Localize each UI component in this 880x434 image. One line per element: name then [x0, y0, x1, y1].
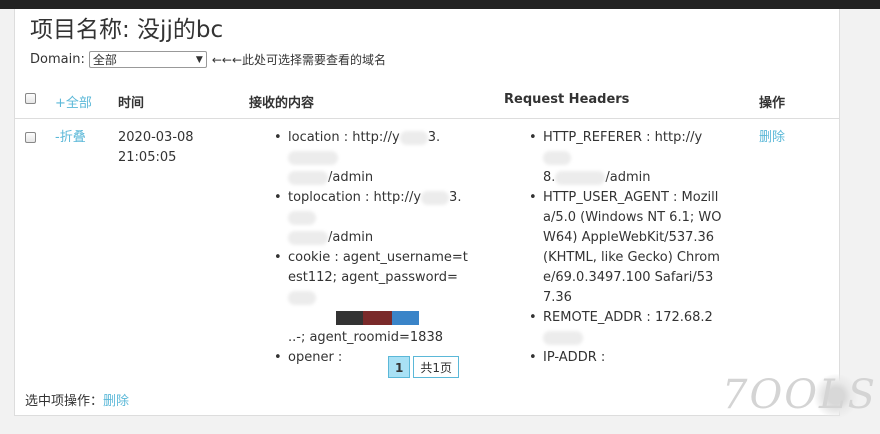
- expand-all-link[interactable]: +全部: [55, 92, 92, 111]
- col-header-time: 时间: [118, 96, 145, 111]
- request-headers: HTTP_REFERER : http://y 8./admin HTTP_US…: [529, 128, 725, 368]
- header-remote-addr: REMOTE_ADDR : 172.68.2: [529, 308, 725, 348]
- content-cookie: cookie : agent_username=test112; agent_p…: [274, 248, 472, 348]
- bulk-actions-label: 选中项操作：: [25, 394, 104, 409]
- top-bar: [0, 0, 880, 9]
- row-date: 2020-03-08: [118, 130, 194, 145]
- content-toplocation: toplocation : http://y3. /admin: [274, 188, 472, 248]
- chevron-down-icon: ▼: [195, 54, 203, 65]
- header-referer: HTTP_REFERER : http://y 8./admin: [529, 128, 725, 188]
- col-header-action: 操作: [759, 96, 786, 111]
- row-clock: 21:05:05: [118, 150, 177, 165]
- main-panel: 项目名称: 没jj的bc Domain: 全部 ▼ ←←←此处可选择需要查看的域…: [14, 9, 840, 416]
- domain-select-value: 全部: [92, 52, 117, 67]
- row-time: 2020-03-08 21:05:05: [118, 128, 228, 168]
- redacted-block: [288, 310, 448, 325]
- header-divider: [15, 118, 839, 119]
- page-button-current[interactable]: 1: [388, 356, 411, 378]
- page-total: 共1页: [413, 356, 459, 378]
- col-header-request-headers: Request Headers: [504, 92, 630, 107]
- received-content: location : http://y3. /admin toplocation…: [274, 128, 472, 368]
- watermark-logo: 7OOLS: [722, 372, 877, 418]
- bulk-actions: 选中项操作：删除: [25, 390, 129, 409]
- domain-hint: ←←←此处可选择需要查看的域名: [211, 52, 386, 67]
- domain-label: Domain:: [30, 51, 85, 67]
- row-checkbox[interactable]: [25, 132, 36, 143]
- pagination: 1 共1页: [388, 356, 459, 378]
- content-location: location : http://y3. /admin: [274, 128, 472, 188]
- domain-select[interactable]: 全部 ▼: [88, 50, 207, 68]
- header-user-agent: HTTP_USER_AGENT : Mozilla/5.0 (Windows N…: [529, 188, 725, 308]
- page-title: 项目名称: 没jj的bc: [30, 17, 224, 43]
- col-header-content: 接收的内容: [249, 96, 315, 111]
- select-all-checkbox[interactable]: [25, 93, 36, 104]
- row-delete-link[interactable]: 删除: [759, 128, 785, 148]
- domain-filter: Domain: 全部 ▼ ←←←此处可选择需要查看的域名: [30, 49, 386, 69]
- collapse-link[interactable]: -折叠: [55, 128, 86, 148]
- bulk-delete-link[interactable]: 删除: [103, 394, 129, 409]
- header-ip-addr: IP-ADDR :: [529, 348, 725, 368]
